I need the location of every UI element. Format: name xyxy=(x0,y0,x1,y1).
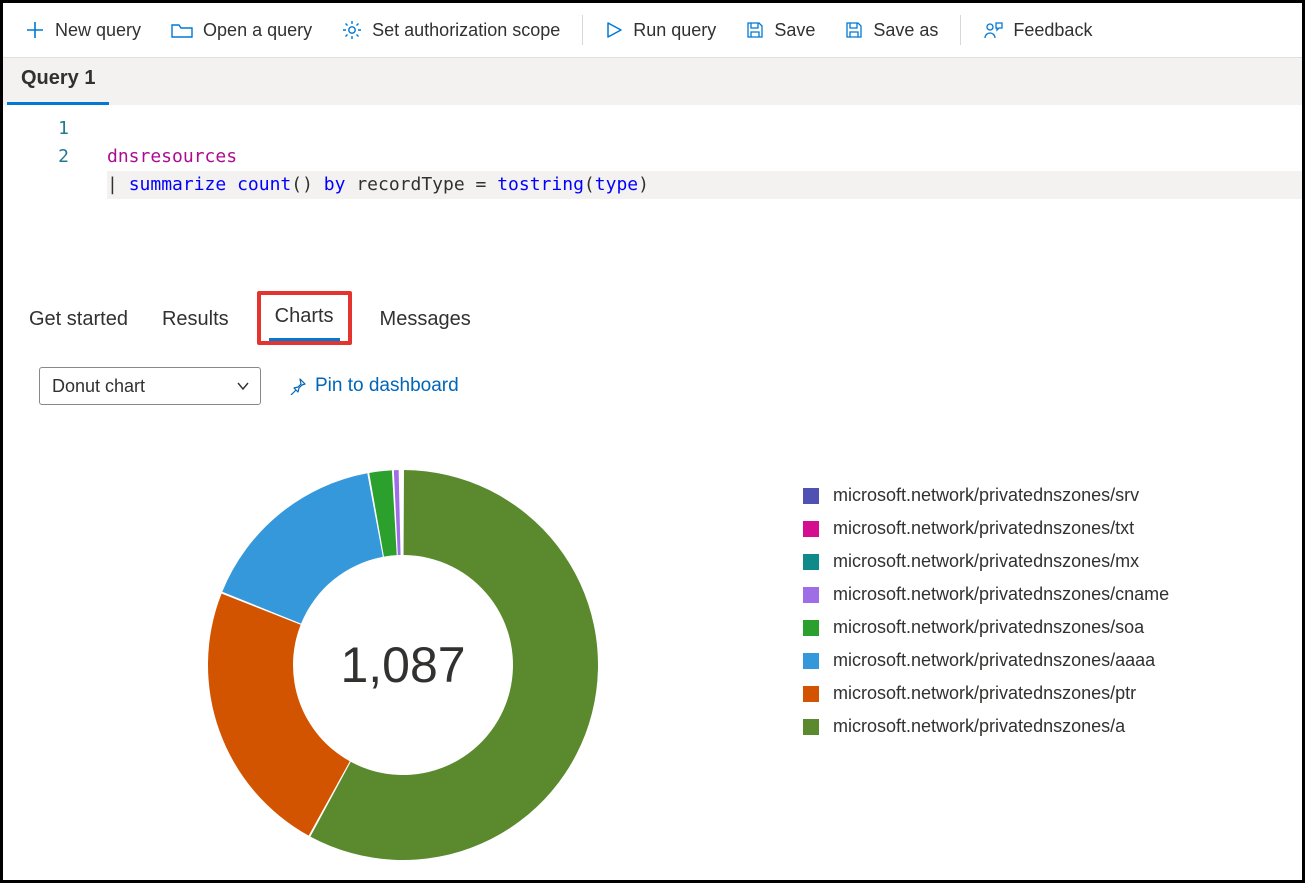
legend-item[interactable]: microsoft.network/privatednszones/srv xyxy=(803,485,1169,506)
pin-to-dashboard-label: Pin to dashboard xyxy=(315,375,459,397)
donut-center-total: 1,087 xyxy=(340,636,465,694)
donut-slice[interactable] xyxy=(222,473,383,623)
set-auth-scope-button[interactable]: Set authorization scope xyxy=(328,6,574,54)
tab-charts-highlight: Charts xyxy=(257,291,352,345)
chevron-down-icon xyxy=(236,379,250,393)
chart-type-select[interactable]: Donut chart xyxy=(39,367,261,405)
legend-label: microsoft.network/privatednszones/srv xyxy=(833,485,1139,506)
play-icon xyxy=(605,21,623,39)
legend-item[interactable]: microsoft.network/privatednszones/soa xyxy=(803,617,1169,638)
set-auth-scope-label: Set authorization scope xyxy=(372,20,560,41)
save-icon xyxy=(746,21,764,39)
result-tab-strip: Get started Results Charts Messages xyxy=(3,283,1302,345)
legend-swatch xyxy=(803,620,819,636)
legend-item[interactable]: microsoft.network/privatednszones/ptr xyxy=(803,683,1169,704)
run-query-label: Run query xyxy=(633,20,716,41)
tab-get-started[interactable]: Get started xyxy=(23,302,134,341)
chart-legend: microsoft.network/privatednszones/srv mic… xyxy=(803,455,1169,749)
legend-swatch xyxy=(803,488,819,504)
person-feedback-icon xyxy=(983,20,1003,40)
legend-item[interactable]: microsoft.network/privatednszones/cname xyxy=(803,584,1169,605)
query-tab-1[interactable]: Query 1 xyxy=(7,55,109,105)
legend-item[interactable]: microsoft.network/privatednszones/mx xyxy=(803,551,1169,572)
legend-swatch xyxy=(803,719,819,735)
chart-area: 1,087 microsoft.network/privatednszones/… xyxy=(3,405,1302,875)
query-editor[interactable]: 12 dnsresources| summarize count() by re… xyxy=(3,105,1302,283)
legend-label: microsoft.network/privatednszones/mx xyxy=(833,551,1139,572)
legend-item[interactable]: microsoft.network/privatednszones/a xyxy=(803,716,1169,737)
legend-swatch xyxy=(803,686,819,702)
tab-messages[interactable]: Messages xyxy=(374,302,477,341)
new-query-label: New query xyxy=(55,20,141,41)
pin-to-dashboard-link[interactable]: Pin to dashboard xyxy=(289,375,459,397)
open-query-label: Open a query xyxy=(203,20,312,41)
legend-label: microsoft.network/privatednszones/soa xyxy=(833,617,1144,638)
open-query-button[interactable]: Open a query xyxy=(157,6,326,54)
command-bar: New query Open a query Set authorization… xyxy=(3,3,1302,57)
legend-item[interactable]: microsoft.network/privatednszones/aaaa xyxy=(803,650,1169,671)
pin-icon xyxy=(289,377,307,395)
legend-swatch xyxy=(803,554,819,570)
tab-results-label: Results xyxy=(162,308,229,330)
feedback-button[interactable]: Feedback xyxy=(969,6,1106,54)
save-button[interactable]: Save xyxy=(732,6,829,54)
editor-code[interactable]: dnsresources| summarize count() by recor… xyxy=(89,109,1302,283)
tab-get-started-label: Get started xyxy=(29,308,128,330)
legend-label: microsoft.network/privatednszones/aaaa xyxy=(833,650,1155,671)
legend-label: microsoft.network/privatednszones/txt xyxy=(833,518,1134,539)
legend-swatch xyxy=(803,587,819,603)
plus-icon xyxy=(25,20,45,40)
tab-messages-label: Messages xyxy=(380,308,471,330)
donut-slice[interactable] xyxy=(208,594,350,836)
run-query-button[interactable]: Run query xyxy=(591,6,730,54)
editor-token: dnsresources xyxy=(107,146,237,167)
query-tab-strip: Query 1 xyxy=(3,57,1302,105)
donut-chart: 1,087 xyxy=(3,455,803,875)
tab-results[interactable]: Results xyxy=(156,302,235,341)
toolbar-separator xyxy=(960,15,961,45)
folder-open-icon xyxy=(171,21,193,39)
legend-swatch xyxy=(803,521,819,537)
new-query-button[interactable]: New query xyxy=(11,6,155,54)
editor-gutter: 12 xyxy=(3,109,89,283)
legend-label: microsoft.network/privatednszones/a xyxy=(833,716,1125,737)
legend-label: microsoft.network/privatednszones/cname xyxy=(833,584,1169,605)
tab-charts[interactable]: Charts xyxy=(269,299,340,341)
legend-item[interactable]: microsoft.network/privatednszones/txt xyxy=(803,518,1169,539)
gear-icon xyxy=(342,20,362,40)
toolbar-separator xyxy=(582,15,583,45)
legend-swatch xyxy=(803,653,819,669)
feedback-label: Feedback xyxy=(1013,20,1092,41)
chart-type-select-value: Donut chart xyxy=(52,376,145,397)
query-tab-1-label: Query 1 xyxy=(21,67,95,89)
save-label: Save xyxy=(774,20,815,41)
save-as-label: Save as xyxy=(873,20,938,41)
legend-label: microsoft.network/privatednszones/ptr xyxy=(833,683,1136,704)
save-as-button[interactable]: Save as xyxy=(831,6,952,54)
tab-charts-label: Charts xyxy=(275,305,334,327)
chart-controls: Donut chart Pin to dashboard xyxy=(3,345,1302,405)
save-as-icon xyxy=(845,21,863,39)
